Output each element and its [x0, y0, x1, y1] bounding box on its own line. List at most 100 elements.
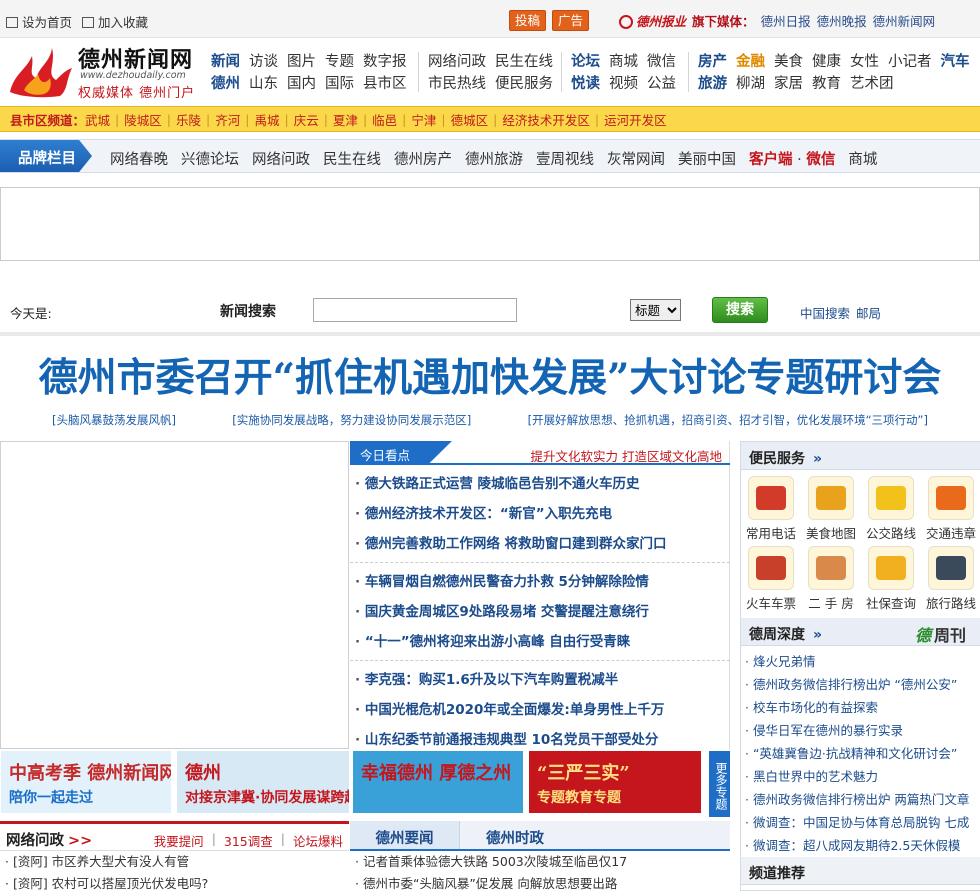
brand-link[interactable]: 壹周视线 [536, 148, 594, 169]
news-item[interactable]: 李克强：购买1.6升及以下汽车购置税减半 [350, 665, 730, 695]
nav-online-politics[interactable]: 网络问政 [428, 50, 486, 72]
mail-link[interactable]: 邮局 [856, 303, 881, 322]
news-item[interactable]: 中国光棍危机2020年或全面爆发:单身男性上千万 [350, 695, 730, 725]
site-logo[interactable]: 德州新闻网 www.dezhoudaily.com 权威媒体 德州门户 [6, 40, 206, 101]
tab-dezhou-politics[interactable]: 德州时政 [460, 821, 570, 849]
nav-charity[interactable]: 公益 [647, 72, 676, 94]
list-item[interactable]: 侵华日军在德州的暴行实录 [745, 719, 980, 742]
list-item[interactable]: [资阿] 农村可以搭屋顶光伏发电吗? [0, 873, 349, 891]
list-item[interactable]: 记者首乘体验德大铁路 5003次陵城至临邑仅17 [350, 851, 730, 873]
county-link[interactable]: 运河开发区 [604, 110, 667, 129]
county-link[interactable]: 德城区 [451, 110, 489, 129]
nav-travel[interactable]: 旅游 [698, 72, 727, 94]
topic-banner[interactable]: 中高考季 德州新闻网 陪你一起走过 [1, 751, 171, 813]
set-home-link[interactable]: 设为首页 [6, 12, 72, 31]
nav-counties[interactable]: 县市区 [363, 72, 407, 94]
nav-reading[interactable]: 悦读 [571, 72, 600, 94]
nav-home[interactable]: 家居 [774, 72, 803, 94]
news-item[interactable]: 国庆黄金周城区9处路段易堵 交警提醒注意绕行 [350, 597, 730, 627]
contribute-button[interactable]: 投稿 [509, 10, 547, 31]
media-link-dezhou-daily[interactable]: 德州日报 [761, 11, 811, 30]
nav-livelihood[interactable]: 民生在线 [495, 50, 553, 72]
nav-realestate[interactable]: 房产 [698, 50, 727, 72]
nav-education[interactable]: 教育 [812, 72, 841, 94]
ads-button[interactable]: 广告 [552, 10, 590, 31]
nav-mall[interactable]: 商城 [609, 50, 638, 72]
subtopic-link[interactable]: [头脑风暴鼓荡发展风帆] [52, 412, 176, 428]
nav-shandong[interactable]: 山东 [249, 72, 278, 94]
county-link[interactable]: 武城 [85, 110, 110, 129]
list-item[interactable]: 黑白世界中的艺术魅力 [745, 765, 980, 788]
zhoukan-more-link[interactable]: » [813, 627, 822, 643]
media-link-dezhou-evening[interactable]: 德州晚报 [817, 11, 867, 30]
nav-auto[interactable]: 汽车 [941, 50, 970, 72]
news-item[interactable]: 德州经济技术开发区：“新官”入职先充电 [350, 499, 730, 529]
survey-315-link[interactable]: 315调查 [224, 831, 273, 850]
nav-international[interactable]: 国际 [325, 72, 354, 94]
china-search-link[interactable]: 中国搜索 [800, 303, 850, 322]
topic-banner[interactable]: 幸福德州 厚德之州 [353, 751, 523, 813]
subtopic-link[interactable]: [实施协同发展战略，努力建设协同发展示范区] [232, 412, 471, 428]
news-item[interactable]: 德州完善救助工作网络 将救助窗口建到群众家门口 [350, 529, 730, 559]
nav-interview[interactable]: 访谈 [249, 50, 278, 72]
list-item[interactable]: 烽火兄弟情 [745, 650, 980, 673]
county-link[interactable]: 经济技术开发区 [502, 110, 590, 129]
nav-photos[interactable]: 图片 [287, 50, 316, 72]
services-more-link[interactable]: » [813, 451, 822, 467]
nav-women[interactable]: 女性 [850, 50, 879, 72]
list-item[interactable]: 微调查：超八成网友期待2.5天休假模 [745, 834, 980, 857]
culture-promo-link[interactable]: 提升文化软实力 打造区域文化高地 [531, 446, 722, 465]
topic-banner[interactable]: “三严三实” 专题教育专题 [529, 751, 701, 813]
nav-art-troupe[interactable]: 艺术团 [850, 72, 894, 94]
nav-food[interactable]: 美食 [774, 50, 803, 72]
nav-digital-paper[interactable]: 数字报 [363, 50, 407, 72]
county-link[interactable]: 庆云 [294, 110, 319, 129]
service-item[interactable]: 二 手 房 [801, 546, 861, 612]
brand-link[interactable]: 德州房产 [394, 148, 452, 169]
county-link[interactable]: 陵城区 [124, 110, 162, 129]
ask-question-link[interactable]: 我要提问 [154, 831, 204, 850]
brand-link[interactable]: 德州旅游 [465, 148, 523, 169]
today-highlights-tab[interactable]: 今日看点 [350, 441, 452, 463]
service-item[interactable]: 旅行路线 [921, 546, 980, 612]
list-item[interactable]: 德州市委“头脑风暴”促发展 向解放思想要出路 [350, 873, 730, 891]
county-link[interactable]: 乐陵 [176, 110, 201, 129]
tab-dezhou-news[interactable]: 德州要闻 [350, 821, 460, 849]
brand-link[interactable]: 美丽中国 [678, 148, 736, 169]
nav-convenience[interactable]: 便民服务 [495, 72, 553, 94]
brand-link[interactable]: 网络春晚 [110, 148, 168, 169]
county-link[interactable]: 夏津 [333, 110, 358, 129]
list-item[interactable]: 校车市场化的有益探索 [745, 696, 980, 719]
search-input[interactable] [313, 298, 517, 322]
brand-link[interactable]: 灰常网闻 [607, 148, 665, 169]
nav-liuhu[interactable]: 柳湖 [736, 72, 765, 94]
county-link[interactable]: 齐河 [215, 110, 240, 129]
nav-news[interactable]: 新闻 [211, 50, 240, 72]
media-link-dezhou-news[interactable]: 德州新闻网 [873, 11, 936, 30]
service-item[interactable]: 常用电话 [741, 476, 801, 542]
search-scope-select[interactable]: 标题 [630, 299, 681, 321]
list-item[interactable]: 德州政务微信排行榜出炉 “德州公安” [745, 673, 980, 696]
brand-wechat-link[interactable]: 微信 [806, 152, 835, 168]
nav-domestic[interactable]: 国内 [287, 72, 316, 94]
brand-mall-link[interactable]: 商城 [848, 148, 877, 169]
list-item[interactable]: [资阿] 市区养大型犬有没人有管 [0, 851, 349, 873]
brand-client-link[interactable]: 客户端 [749, 152, 793, 168]
county-link[interactable]: 宁津 [411, 110, 436, 129]
list-item[interactable]: 微调查：中国足协与体育总局脱钩 七成 [745, 811, 980, 834]
search-button[interactable]: 搜索 [712, 297, 768, 323]
nav-wechat[interactable]: 微信 [647, 50, 676, 72]
county-link[interactable]: 临邑 [372, 110, 397, 129]
service-item[interactable]: 美食地图 [801, 476, 861, 542]
nav-kid-reporter[interactable]: 小记者 [888, 50, 932, 72]
forum-tipoff-link[interactable]: 论坛爆料 [293, 831, 343, 850]
brand-link[interactable]: 网络问政 [252, 148, 310, 169]
service-item[interactable]: 火车车票 [741, 546, 801, 612]
nav-video[interactable]: 视频 [609, 72, 638, 94]
nav-health[interactable]: 健康 [812, 50, 841, 72]
list-item[interactable]: 德州政务微信排行榜出炉 两篇热门文章 [745, 788, 980, 811]
news-item[interactable]: “十一”德州将迎来出游小高峰 自由行受青睐 [350, 627, 730, 657]
brand-link[interactable]: 兴德论坛 [181, 148, 239, 169]
service-item[interactable]: 社保查询 [861, 546, 921, 612]
news-item[interactable]: 车辆冒烟自燃德州民警奋力扑救 5分钟解除险情 [350, 567, 730, 597]
